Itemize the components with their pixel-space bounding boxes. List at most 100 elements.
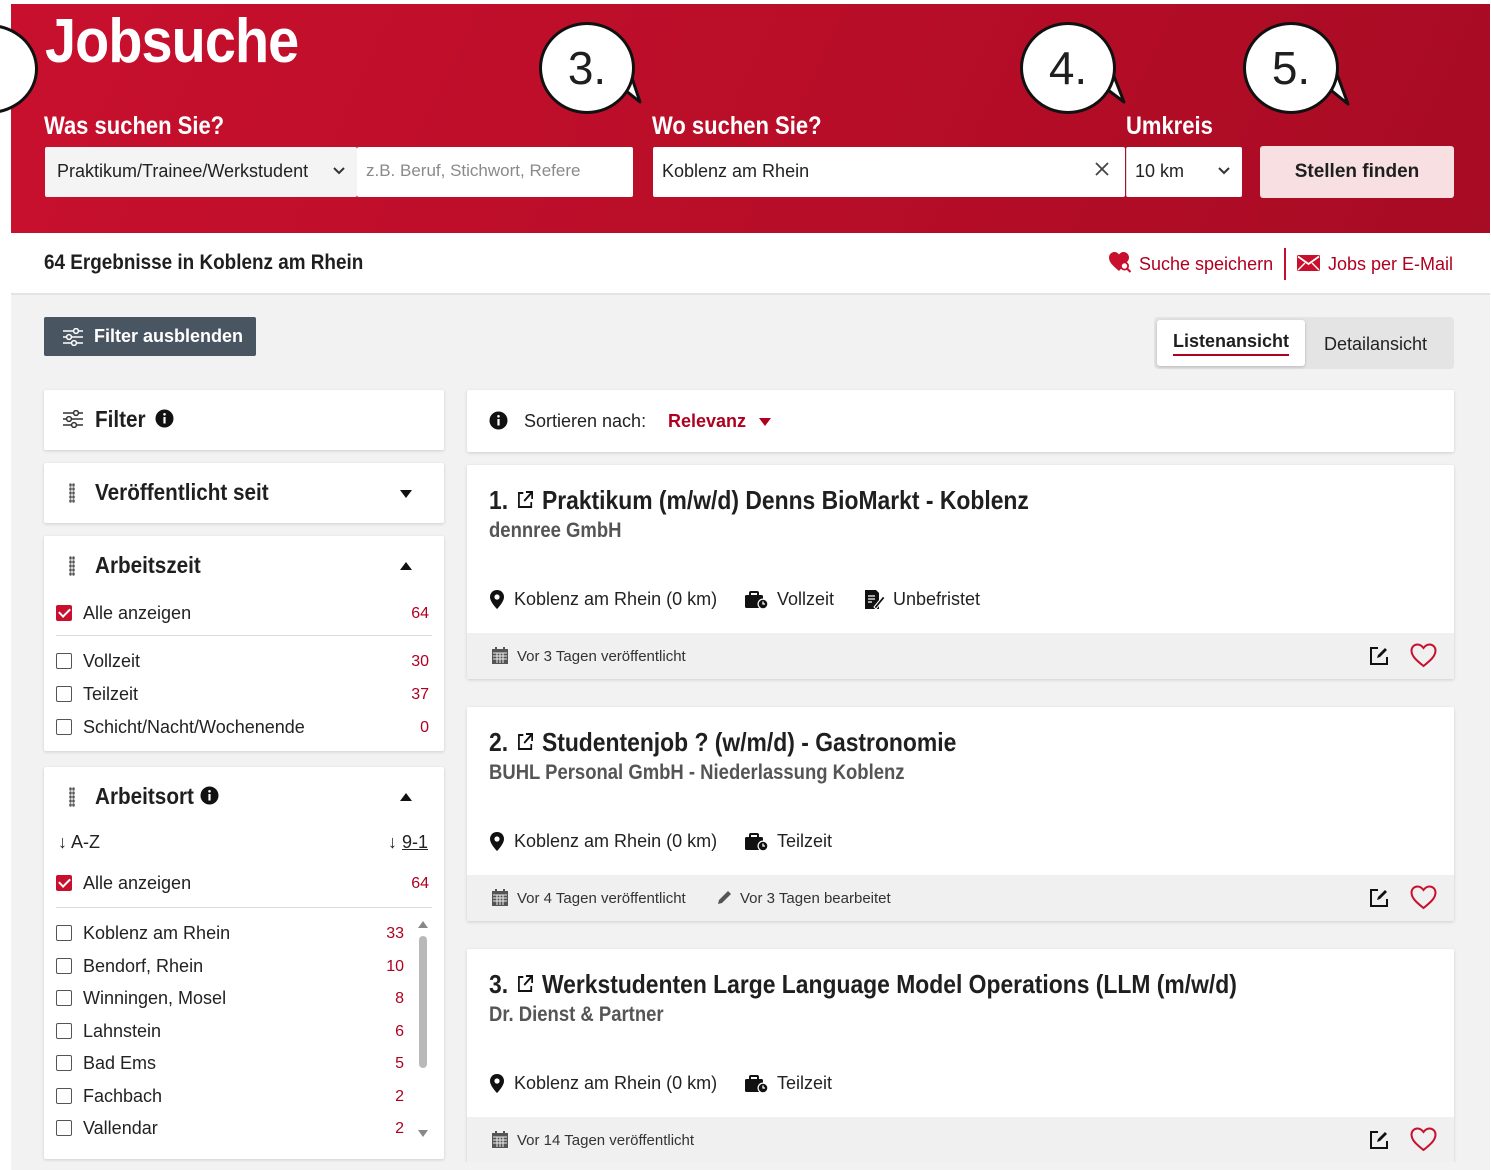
location-option-checkbox[interactable]: [56, 1055, 72, 1071]
category-select[interactable]: Praktikum/Trainee/Werkstudent: [45, 147, 357, 197]
location-option-count: 2: [395, 1120, 404, 1137]
scrollbar[interactable]: [417, 920, 429, 1142]
divider: [1284, 248, 1286, 280]
job-worktime: Teilzeit: [777, 1073, 833, 1093]
info-icon[interactable]: [200, 786, 219, 805]
category-value: Praktikum/Trainee/Werkstudent: [57, 161, 309, 181]
heart-icon[interactable]: [1410, 1127, 1437, 1152]
job-card[interactable]: 1. Praktikum (m/w/d) Denns BioMarkt - Ko…: [467, 465, 1454, 679]
label-what: Was suchen Sie?: [44, 112, 225, 140]
save-search-link[interactable]: Suche speichern: [1139, 254, 1273, 275]
info-icon[interactable]: [155, 409, 174, 428]
drag-handle-icon[interactable]: [69, 483, 75, 503]
location-option-label: Vallendar: [83, 1118, 158, 1138]
location-option-checkbox[interactable]: [56, 990, 72, 1006]
location-option-count: 2: [395, 1087, 404, 1105]
worktime-option-count: 30: [411, 653, 429, 670]
chevron-down-icon: [1218, 167, 1230, 175]
drag-handle-icon[interactable]: [69, 787, 75, 807]
job-location: Koblenz am Rhein (0 km): [514, 1073, 718, 1093]
sort-value: Relevanz: [668, 411, 747, 431]
worktime-all-checkbox[interactable]: [56, 605, 72, 621]
sort-az-label: A-Z: [71, 832, 101, 852]
location-option-label: Koblenz am Rhein: [83, 923, 231, 943]
published-filter[interactable]: Veröffentlicht seit: [44, 463, 444, 523]
job-company: dennree GmbH: [489, 519, 622, 542]
filter-header-card: Filter: [44, 390, 444, 450]
worktime-option-checkbox[interactable]: [56, 653, 72, 669]
job-title[interactable]: 1. Praktikum (m/w/d) Denns BioMarkt - Ko…: [489, 485, 1029, 516]
scroll-down-icon[interactable]: [418, 1130, 428, 1138]
filter-toggle-button[interactable]: Filter ausblenden: [44, 317, 256, 356]
location-value: Koblenz am Rhein: [662, 161, 810, 181]
job-title[interactable]: 2. Studentenjob ? (w/m/d) - Gastronomie: [489, 727, 956, 758]
filter-title: Filter: [95, 406, 146, 432]
map-pin-icon: [490, 832, 504, 851]
job-location: Koblenz am Rhein (0 km): [514, 589, 718, 609]
tab-list-view-label: Listenansicht: [1172, 331, 1290, 356]
location-option-checkbox[interactable]: [56, 1022, 72, 1039]
scroll-up-icon[interactable]: [418, 920, 428, 928]
tab-detail-view[interactable]: Detailansicht: [1324, 334, 1427, 355]
location-option-label: Fachbach: [83, 1085, 163, 1106]
job-contract: Unbefristet: [893, 589, 981, 609]
tab-list-view[interactable]: Listenansicht: [1157, 320, 1305, 366]
callout-4: 4.: [1020, 22, 1116, 114]
location-option-count: 5: [395, 1055, 404, 1072]
location-option-count: 8: [395, 990, 404, 1007]
worktime-option-label: Teilzeit: [83, 684, 139, 704]
keyword-input[interactable]: z.B. Beruf, Stichwort, Refere: [357, 147, 633, 197]
sort-label: Sortieren nach:: [524, 411, 647, 431]
clear-icon[interactable]: [1095, 162, 1109, 176]
sort-az-link[interactable]: ↓ A-Z: [58, 832, 100, 853]
worktime-filter: Arbeitszeit Alle anzeigen 64 Vollzeit 30…: [44, 536, 444, 751]
worktime-option-count: 37: [411, 686, 429, 703]
keyword-placeholder: z.B. Beruf, Stichwort, Refere: [366, 161, 581, 180]
note-edit-icon[interactable]: [1369, 888, 1389, 908]
job-index: 2.: [489, 727, 509, 757]
worktime-option-count: 0: [420, 719, 429, 736]
radius-select[interactable]: 10 km: [1126, 147, 1242, 197]
location-option-label: Bendorf, Rhein: [83, 955, 204, 976]
note-edit-icon[interactable]: [1369, 646, 1389, 666]
location-option-checkbox[interactable]: [56, 1120, 72, 1136]
scroll-thumb[interactable]: [419, 936, 427, 1068]
job-company: Dr. Dienst & Partner: [489, 1003, 664, 1026]
worktime-option-label: Schicht/Nacht/Wochenende: [83, 717, 305, 737]
location-option-checkbox[interactable]: [56, 925, 72, 941]
caret-up-icon[interactable]: [400, 562, 412, 570]
location-option-checkbox[interactable]: [56, 957, 72, 974]
job-title[interactable]: 3. Werkstudenten Large Language Model Op…: [489, 969, 1237, 1000]
caret-down-icon[interactable]: [400, 490, 412, 498]
caret-up-icon[interactable]: [400, 793, 412, 801]
location-all-checkbox[interactable]: [56, 875, 72, 891]
caret-down-icon[interactable]: [759, 418, 771, 426]
location-option-count: 6: [395, 1022, 404, 1040]
heart-icon[interactable]: [1410, 643, 1437, 668]
sort-bar: Sortieren nach: Relevanz: [467, 390, 1454, 452]
search-button[interactable]: Stellen finden: [1260, 146, 1454, 198]
briefcase-clock-icon: [745, 1075, 769, 1094]
job-worktime: Vollzeit: [777, 589, 835, 609]
pencil-icon: [718, 891, 731, 904]
drag-handle-icon[interactable]: [69, 556, 75, 576]
worktime-option-checkbox[interactable]: [56, 719, 72, 735]
heart-icon[interactable]: [1410, 885, 1437, 910]
sort-select[interactable]: Relevanz: [668, 411, 746, 432]
location-all-count: 64: [411, 875, 429, 892]
location-option-checkbox[interactable]: [56, 1087, 72, 1104]
sort-91-link[interactable]: ↓ 9-1: [388, 832, 428, 853]
job-card[interactable]: 3. Werkstudenten Large Language Model Op…: [467, 949, 1454, 1163]
worktime-option-checkbox[interactable]: [56, 686, 72, 702]
note-edit-icon[interactable]: [1369, 1130, 1389, 1150]
job-worktime: Teilzeit: [777, 831, 833, 851]
chevron-down-icon: [333, 167, 345, 175]
job-title-text: Werkstudenten Large Language Model Opera…: [541, 969, 1237, 999]
job-card-footer: Vor 4 Tagen veröffentlicht Vor 3 Tagen b…: [467, 875, 1454, 921]
jobs-email-link[interactable]: Jobs per E-Mail: [1328, 254, 1453, 275]
info-icon: [489, 411, 508, 430]
job-card[interactable]: 2. Studentenjob ? (w/m/d) - Gastronomie …: [467, 707, 1454, 921]
job-company: BUHL Personal GmbH - Niederlassung Koble…: [489, 761, 905, 784]
callout-5: 5.: [1243, 22, 1339, 114]
location-input[interactable]: Koblenz am Rhein: [653, 147, 1125, 197]
